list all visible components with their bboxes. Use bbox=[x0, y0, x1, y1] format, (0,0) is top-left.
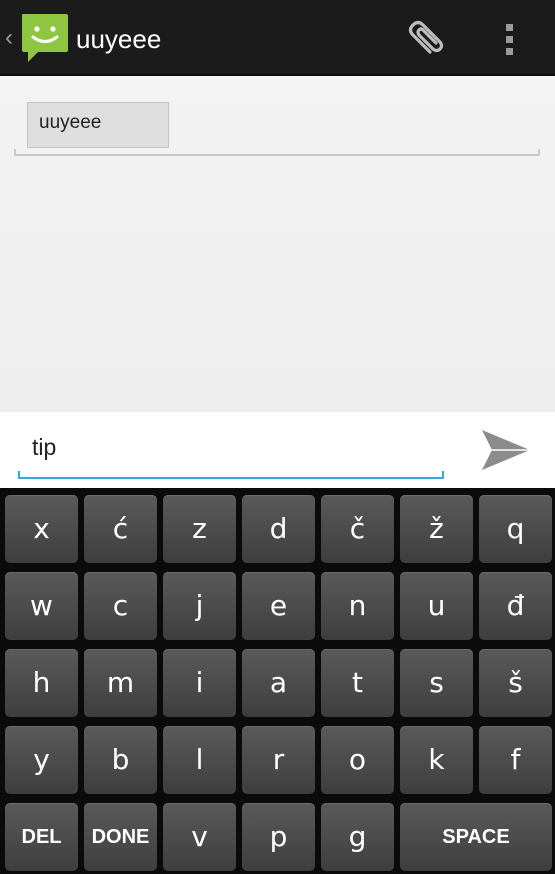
key-n[interactable]: n bbox=[321, 572, 394, 640]
key-a[interactable]: a bbox=[242, 649, 315, 717]
key-p[interactable]: p bbox=[242, 803, 315, 871]
key-k[interactable]: k bbox=[400, 726, 473, 794]
key-c[interactable]: c bbox=[84, 572, 157, 640]
key-l[interactable]: l bbox=[163, 726, 236, 794]
soft-keyboard: x ć z d č ž q w c j e n u đ h m i a t s š y b l r o k f DEL DONE v p g SP… bbox=[0, 488, 555, 874]
key-x[interactable]: x bbox=[5, 495, 78, 563]
messaging-app-icon[interactable] bbox=[20, 12, 70, 64]
key-delete[interactable]: DEL bbox=[5, 803, 78, 871]
key-d[interactable]: d bbox=[242, 495, 315, 563]
recipients-field-underline[interactable] bbox=[14, 149, 540, 156]
paperclip-icon[interactable] bbox=[402, 18, 448, 62]
key-v[interactable]: v bbox=[163, 803, 236, 871]
overflow-menu-icon[interactable] bbox=[496, 20, 524, 60]
key-đ[interactable]: đ bbox=[479, 572, 552, 640]
key-č[interactable]: č bbox=[321, 495, 394, 563]
key-o[interactable]: o bbox=[321, 726, 394, 794]
key-j[interactable]: j bbox=[163, 572, 236, 640]
key-space[interactable]: SPACE bbox=[400, 803, 552, 871]
recipients-area: uuyeee bbox=[0, 76, 555, 412]
key-ž[interactable]: ž bbox=[400, 495, 473, 563]
message-input-underline bbox=[18, 471, 444, 479]
key-g[interactable]: g bbox=[321, 803, 394, 871]
key-e[interactable]: e bbox=[242, 572, 315, 640]
key-š[interactable]: š bbox=[479, 649, 552, 717]
send-icon[interactable] bbox=[478, 426, 534, 474]
recipient-chip[interactable]: uuyeee bbox=[27, 102, 169, 148]
key-ć[interactable]: ć bbox=[84, 495, 157, 563]
key-y[interactable]: y bbox=[5, 726, 78, 794]
key-z[interactable]: z bbox=[163, 495, 236, 563]
conversation-title: uuyeee bbox=[76, 24, 162, 54]
key-r[interactable]: r bbox=[242, 726, 315, 794]
key-f[interactable]: f bbox=[479, 726, 552, 794]
key-q[interactable]: q bbox=[479, 495, 552, 563]
up-navigation-chevron-icon[interactable]: ‹ bbox=[5, 24, 13, 52]
key-t[interactable]: t bbox=[321, 649, 394, 717]
message-input[interactable]: tip bbox=[32, 434, 56, 461]
key-done[interactable]: DONE bbox=[84, 803, 157, 871]
key-b[interactable]: b bbox=[84, 726, 157, 794]
key-h[interactable]: h bbox=[5, 649, 78, 717]
key-s[interactable]: s bbox=[400, 649, 473, 717]
key-w[interactable]: w bbox=[5, 572, 78, 640]
message-composer: tip bbox=[0, 412, 555, 488]
key-m[interactable]: m bbox=[84, 649, 157, 717]
key-u[interactable]: u bbox=[400, 572, 473, 640]
key-i[interactable]: i bbox=[163, 649, 236, 717]
action-bar: ‹ uuyeee bbox=[0, 0, 555, 76]
